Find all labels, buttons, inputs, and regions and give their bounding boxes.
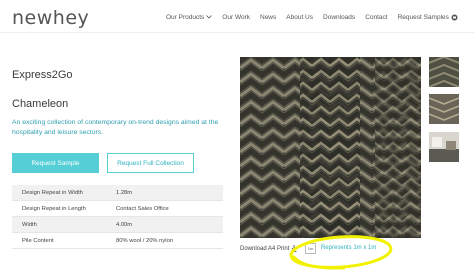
carpet-swatch-image[interactable] [240,57,421,238]
request-sample-button[interactable]: Request Sample [12,153,99,173]
spec-label: Design Repeat in Length [22,205,86,212]
product-name: Express2Go [12,69,73,81]
spec-label: Design Repeat in Width [22,189,83,196]
spec-table: Design Repeat in Width 1.28m Design Repe… [12,185,223,249]
swatch-thumbnail[interactable] [429,57,459,87]
nav-downloads[interactable]: Downloads [323,14,355,21]
spec-value: 80% wool / 20% nylon [116,237,174,244]
scale-square-icon: 1m [305,243,316,254]
product-description: An exciting collection of contemporary o… [12,119,219,136]
spec-row: Design Repeat in Length Contact Sales Of… [12,201,223,217]
highlight-circle-annotation [289,235,393,270]
swatch-thumbnail[interactable] [429,94,459,124]
spec-label: Pile Content [22,237,54,244]
request-full-collection-button[interactable]: Request Full Collection [107,153,194,173]
herringbone-pattern [240,57,421,238]
spec-value: Contact Sales Office [116,205,169,212]
nav-our-work[interactable]: Our Work [222,14,250,21]
thumbnail-pattern [429,57,459,87]
spec-label: Width [22,221,37,228]
room-scene-image [429,132,459,162]
scale-represents-text: Represents 1m x 1m [321,245,377,251]
sample-box-icon [451,14,458,20]
thumbnail-pattern [429,94,459,124]
header-divider [0,32,474,33]
room-scene-thumbnail[interactable] [429,132,459,162]
nav-our-products-label: Our Products [166,13,205,21]
download-a4-print-link[interactable]: Download A4 Print [240,245,297,252]
newhey-logo[interactable]: newhey [12,7,89,29]
nav-contact[interactable]: Contact [365,14,387,21]
nav-request-samples[interactable]: Request Samples [398,14,458,21]
nav-about-us[interactable]: About Us [286,14,313,21]
spec-value: 1.28m [116,189,133,196]
download-label: Download A4 Print [240,245,290,252]
spec-row: Design Repeat in Width 1.28m [12,185,223,201]
spec-value: 4.00m [116,221,133,228]
collection-name: Chameleon [12,98,69,110]
main-nav: Our Products Our Work News About Us Down… [166,12,468,22]
spec-row: Width 4.00m [12,217,223,233]
nav-our-products[interactable]: Our Products [166,13,213,21]
download-icon [291,245,297,252]
chevron-down-icon [206,15,213,19]
spec-row: Pile Content 80% wool / 20% nylon [12,233,223,249]
nav-news[interactable]: News [260,14,276,21]
nav-request-samples-label: Request Samples [397,13,449,21]
